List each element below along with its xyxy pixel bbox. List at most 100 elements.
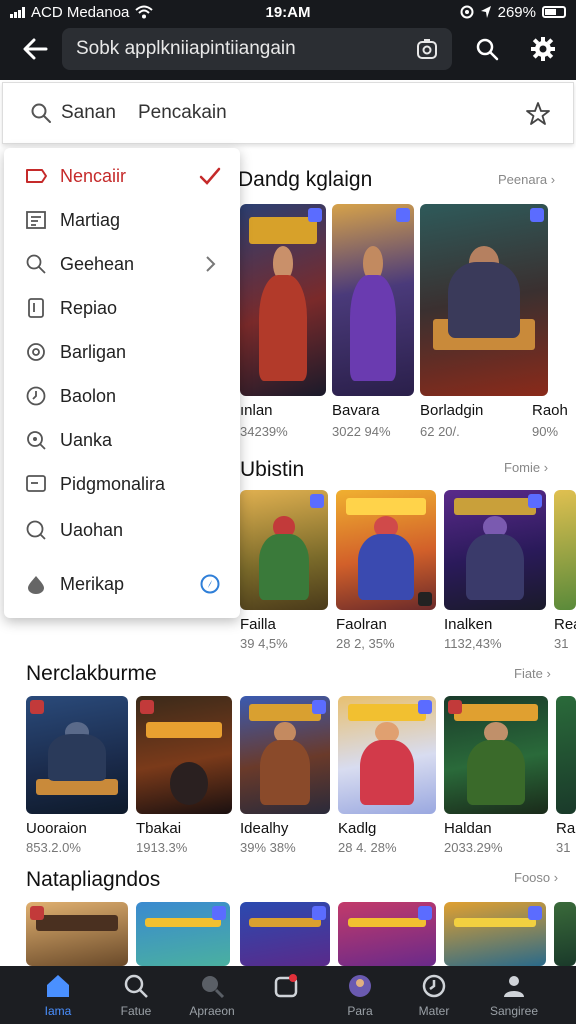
game-card[interactable]: Tbakai 1913.3% xyxy=(136,696,232,858)
chevron-right-icon xyxy=(206,256,216,272)
game-title: Kadlg xyxy=(338,820,377,837)
game-card[interactable] xyxy=(444,902,546,966)
signal-icon xyxy=(10,6,25,18)
category-dropdown: Nencaiir Martiag Geehean Repiao Barligan… xyxy=(4,148,240,618)
game-title: Inalken xyxy=(444,616,493,633)
compass-icon[interactable] xyxy=(198,572,222,596)
game-thumbnail xyxy=(420,204,548,396)
settings-button[interactable] xyxy=(526,32,560,66)
section-more-label: Fooso xyxy=(514,870,551,885)
game-title: Uooraion xyxy=(26,820,87,837)
category-search-bar[interactable]: Sanan Pencakain xyxy=(2,82,574,144)
game-card[interactable]: ınlan 34239% xyxy=(240,204,326,444)
game-card[interactable] xyxy=(26,902,128,966)
menu-item-label: Martiag xyxy=(60,209,121,230)
game-thumbnail xyxy=(444,490,546,610)
section-title: Natapliagndos xyxy=(26,868,161,891)
menu-item-label: Uanka xyxy=(60,429,113,450)
section-title: Dandg kglaign xyxy=(238,168,373,191)
game-stat: 3022 94% xyxy=(332,424,391,439)
clock-icon xyxy=(422,974,446,998)
section-title: Ubistin xyxy=(240,458,305,481)
game-title: Haldan xyxy=(444,820,492,837)
search-input[interactable]: Sobk applkniiapintiiangain xyxy=(62,28,452,70)
menu-item-label: Merikap xyxy=(60,573,125,594)
game-card[interactable]: Idealhy 39% 38% xyxy=(240,696,330,858)
game-title: Rar xyxy=(556,820,576,837)
game-stat: 31 xyxy=(554,636,569,651)
game-thumbnail xyxy=(338,902,436,966)
battery-percent: 269% xyxy=(497,3,536,21)
game-stat: 39 4,5% xyxy=(240,636,288,651)
avatar-icon xyxy=(349,975,371,997)
battery-icon xyxy=(542,6,566,18)
menu-item-geehean[interactable]: Geehean xyxy=(4,244,240,284)
game-card[interactable] xyxy=(136,902,230,966)
game-card[interactable]: Rea 31 xyxy=(554,490,576,652)
section-more-label: Fiate xyxy=(514,666,543,681)
back-arrow-icon xyxy=(23,38,48,60)
search-chip-1[interactable]: Sanan xyxy=(61,102,116,124)
game-title: Faolran xyxy=(336,616,387,633)
game-stat: 39% 38% xyxy=(240,840,296,855)
wifi-icon xyxy=(135,5,154,19)
game-card[interactable] xyxy=(338,902,436,966)
menu-item-nencaiir[interactable]: Nencaiir xyxy=(4,156,240,196)
section-more-link[interactable]: Fiate › xyxy=(514,666,551,681)
search-query: Sobk applkniiapintiiangain xyxy=(76,38,296,59)
bell-icon xyxy=(274,974,298,998)
nav-sangiree[interactable]: Sangiree xyxy=(466,966,562,1024)
game-title: Raoh xyxy=(532,402,568,419)
menu-item-pidgmonalira[interactable]: Pidgmonalira xyxy=(4,464,240,504)
status-right: 269% xyxy=(460,0,566,24)
game-card[interactable]: Uooraion 853.2.0% xyxy=(26,696,128,858)
menu-item-barligan[interactable]: Barligan xyxy=(4,332,240,372)
search-icon xyxy=(31,103,51,123)
game-title: Rea xyxy=(554,616,576,633)
game-card[interactable]: Faolran 28 2, 35% xyxy=(336,490,436,652)
game-card[interactable]: Inalken 1132,43% xyxy=(444,490,546,652)
game-stat: 62 20/. xyxy=(420,424,460,439)
back-button[interactable] xyxy=(18,32,52,66)
game-thumbnail xyxy=(240,696,330,814)
search-button[interactable] xyxy=(470,32,504,66)
menu-item-label: Uaohan xyxy=(60,519,124,540)
star-icon[interactable] xyxy=(525,101,551,127)
game-card[interactable]: Failla 39 4,5% xyxy=(240,490,328,652)
game-title: Tbakai xyxy=(136,820,182,837)
section-more-link[interactable]: Fooso › xyxy=(514,870,558,885)
game-card[interactable] xyxy=(240,902,330,966)
game-card[interactable]: Raoh 90% xyxy=(532,204,576,444)
bottom-navigation: Iama Fatue Apraeon Para Mater Sangiree xyxy=(0,966,576,1024)
game-thumbnail xyxy=(336,490,436,610)
section-more-link[interactable]: Fomie › xyxy=(504,460,548,475)
clock-icon xyxy=(26,386,46,406)
game-card[interactable] xyxy=(554,902,576,966)
menu-item-martiag[interactable]: Martiag xyxy=(4,200,240,240)
game-title: ınlan xyxy=(240,402,273,419)
game-title: Idealhy xyxy=(240,820,289,837)
menu-item-uanka[interactable]: Uanka xyxy=(4,420,240,460)
menu-item-uaohan[interactable]: Uaohan xyxy=(4,510,240,550)
game-stat: 31 xyxy=(556,840,571,855)
game-title: Borladgin xyxy=(420,402,484,419)
game-card[interactable]: Kadlg 28 4. 28% xyxy=(338,696,436,858)
game-thumbnail xyxy=(444,902,546,966)
lens-icon[interactable] xyxy=(414,36,440,62)
game-card[interactable]: Rar 31 xyxy=(556,696,576,858)
check-icon xyxy=(199,167,221,185)
menu-item-baolon[interactable]: Baolon xyxy=(4,376,240,416)
gear-icon xyxy=(531,37,555,61)
home-icon xyxy=(47,975,69,997)
menu-item-merikap[interactable]: Merikap xyxy=(4,564,240,604)
tag-icon xyxy=(26,169,47,183)
game-card[interactable]: Bavara 3022 94% xyxy=(332,204,414,444)
game-card[interactable]: Haldan 2033.29% xyxy=(444,696,548,858)
game-stat: 90% xyxy=(532,424,559,439)
search-icon xyxy=(124,974,148,998)
game-card[interactable]: Borladgin 62 20/. xyxy=(420,204,548,444)
search-chip-2[interactable]: Pencakain xyxy=(138,102,227,124)
menu-item-repiao[interactable]: Repiao xyxy=(4,288,240,328)
status-left: ACD Medanoa xyxy=(10,4,210,21)
section-more-link[interactable]: Peenara › xyxy=(498,172,555,187)
